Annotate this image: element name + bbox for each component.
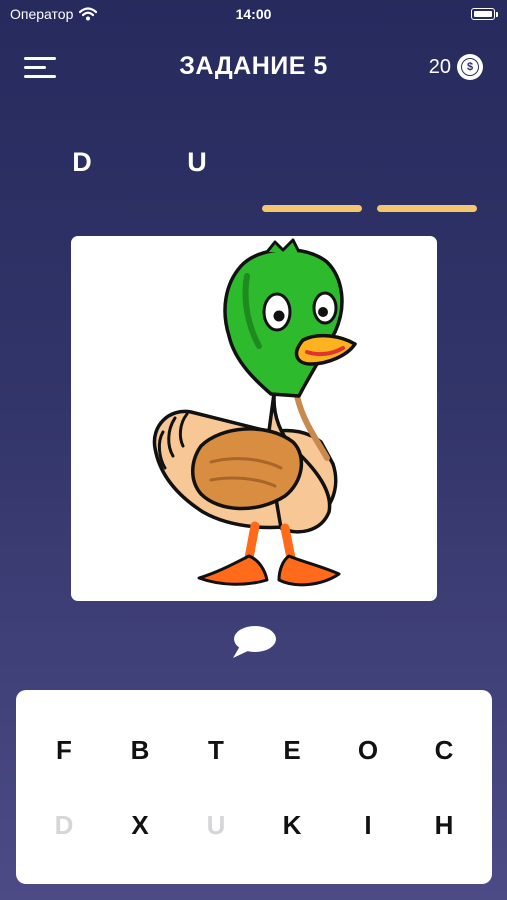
letter-key[interactable]: H bbox=[419, 800, 469, 850]
coin-balance[interactable]: 20 $ bbox=[429, 54, 483, 80]
battery-icon bbox=[471, 8, 498, 20]
status-bar: Оператор 14:00 bbox=[0, 0, 507, 30]
letter-key[interactable]: E bbox=[267, 725, 317, 775]
slot-underline bbox=[377, 205, 477, 212]
coin-icon: $ bbox=[457, 54, 483, 80]
duck-illustration bbox=[152, 238, 357, 587]
letter-key[interactable]: T bbox=[191, 725, 241, 775]
letter-key-used: U bbox=[206, 809, 226, 840]
dollar-icon: $ bbox=[461, 58, 479, 76]
letter-key[interactable]: X bbox=[115, 800, 165, 850]
letter-key[interactable]: B bbox=[115, 725, 165, 775]
answer-slot-4[interactable] bbox=[377, 145, 477, 217]
answer-slot-3[interactable] bbox=[262, 145, 362, 217]
letter-key[interactable]: C bbox=[419, 725, 469, 775]
letter-key[interactable]: K bbox=[267, 800, 317, 850]
puzzle-picture bbox=[71, 236, 437, 601]
slot-underline bbox=[262, 205, 362, 212]
speech-bubble-icon bbox=[233, 626, 276, 658]
coin-count: 20 bbox=[428, 55, 451, 78]
letter-key[interactable]: O bbox=[343, 725, 393, 775]
slot-letter: D bbox=[72, 147, 92, 177]
letter-key-used: D bbox=[54, 809, 74, 840]
slot-letter: U bbox=[187, 147, 207, 177]
hint-button[interactable] bbox=[230, 624, 278, 660]
letter-key[interactable]: F bbox=[39, 725, 89, 775]
answer-slot-1[interactable]: D bbox=[71, 145, 171, 217]
letter-keyboard: F B T E O C D X U K I H bbox=[16, 690, 492, 884]
letter-key[interactable]: I bbox=[343, 800, 393, 850]
clock: 14:00 bbox=[235, 6, 272, 22]
